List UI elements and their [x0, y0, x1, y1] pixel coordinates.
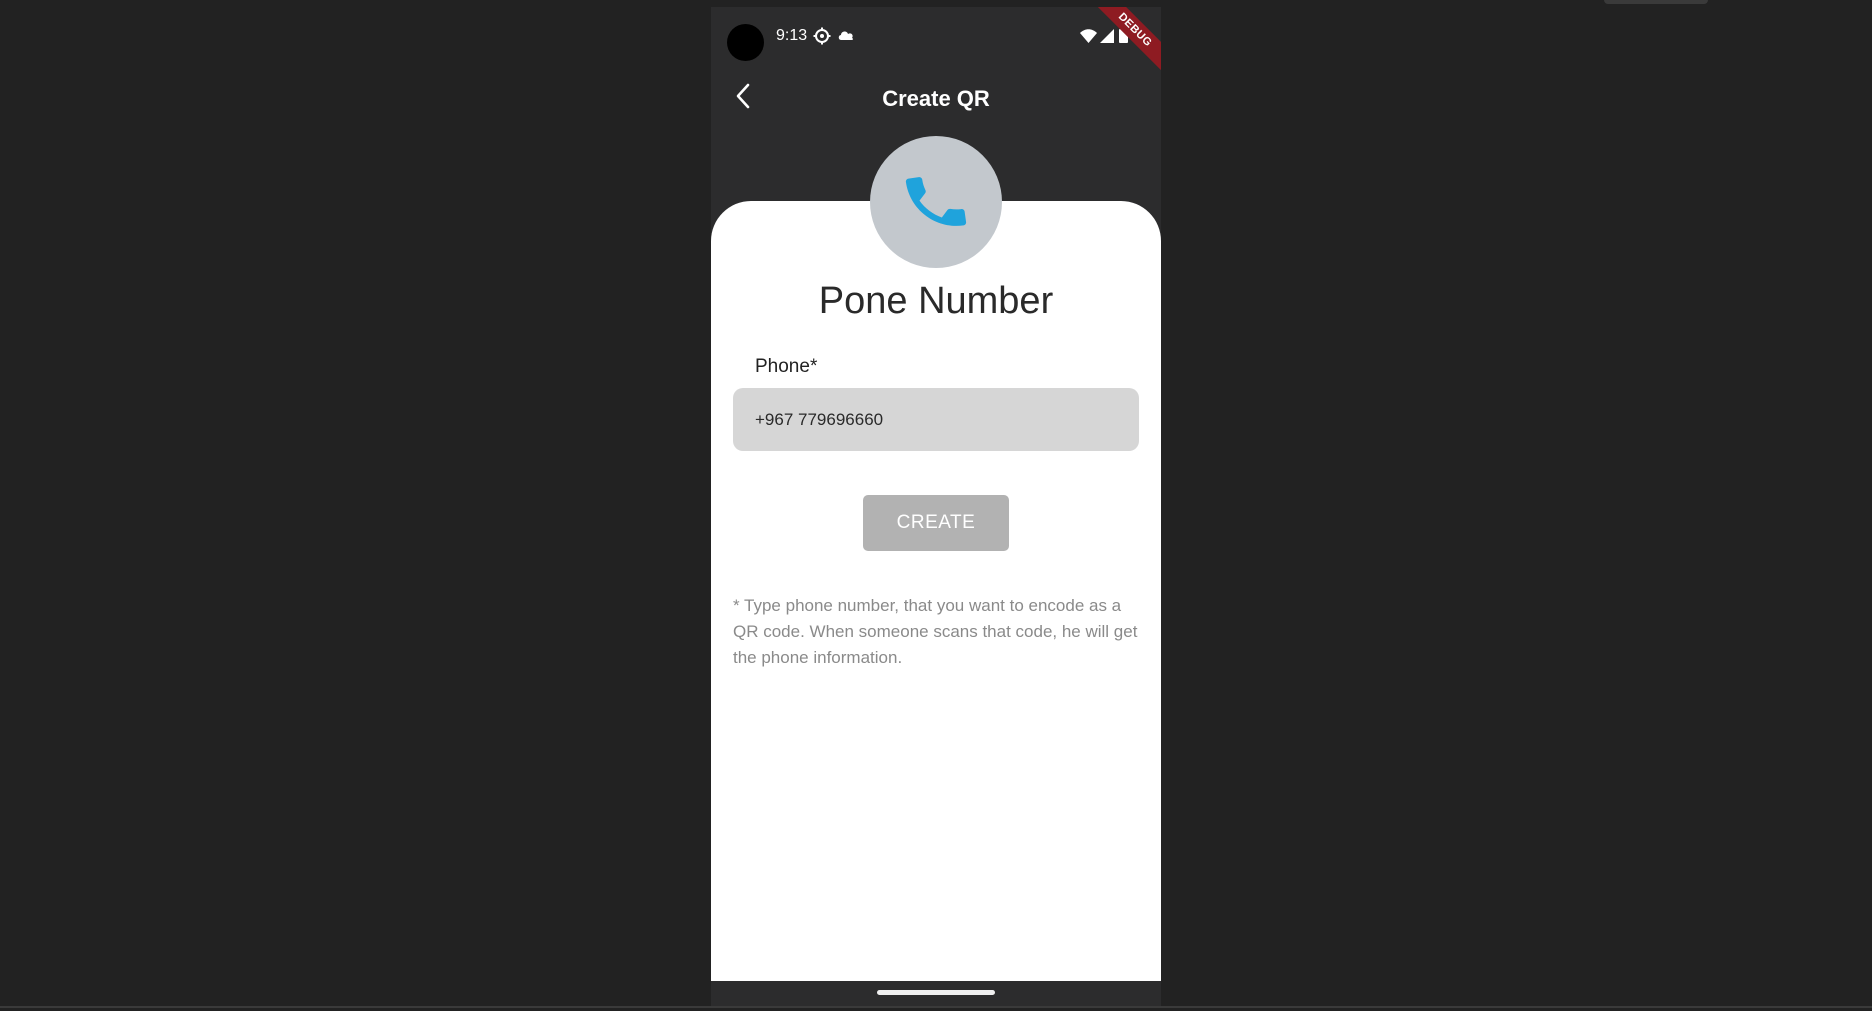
help-text: * Type phone number, that you want to en… — [733, 596, 1138, 667]
card-title: Pone Number — [818, 280, 1054, 322]
phone-field-label: Phone* — [755, 356, 818, 377]
create-button[interactable]: CREATE — [863, 495, 1009, 551]
cloud-icon — [838, 31, 854, 40]
settings-gear-icon — [813, 27, 831, 45]
page-title: Create QR — [882, 86, 990, 111]
app-bar: Create QR — [711, 69, 1161, 129]
home-indicator[interactable] — [877, 990, 995, 995]
wifi-icon — [1080, 29, 1097, 43]
phone-avatar — [870, 136, 1002, 268]
status-bar: 9:13 DEBUG — [711, 7, 1161, 80]
status-time: 9:13 — [776, 27, 808, 44]
phone-icon — [905, 177, 967, 226]
phone-screen: 9:13 DEBUG Create QR Pone Number Phone* … — [711, 7, 1161, 1006]
window-edge — [1604, 0, 1708, 4]
window-bottom-edge — [0, 1006, 1872, 1008]
phone-input[interactable] — [755, 388, 1117, 451]
camera-cutout — [727, 24, 764, 61]
desktop-background: 9:13 DEBUG Create QR Pone Number Phone* … — [0, 0, 1872, 1011]
signal-icon — [1100, 29, 1114, 43]
phone-field[interactable] — [733, 388, 1139, 451]
navigation-bar — [711, 981, 1161, 1006]
